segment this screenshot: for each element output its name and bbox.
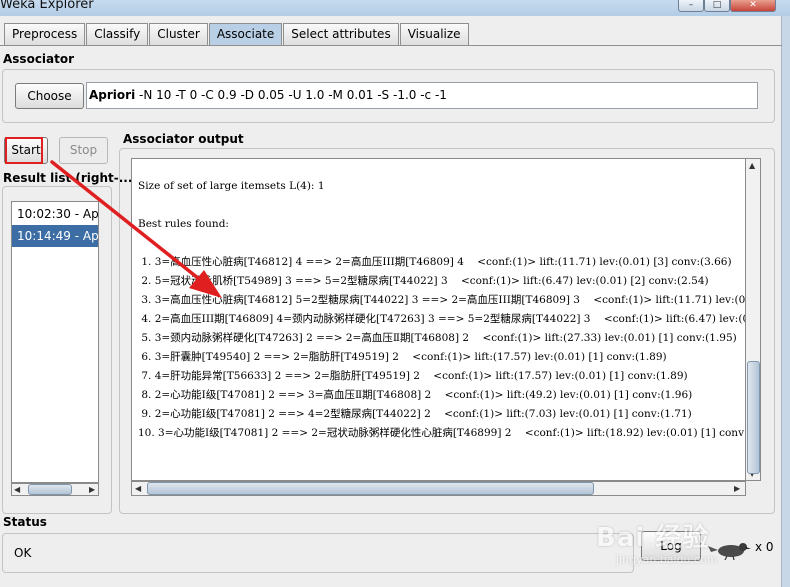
scroll-left-icon[interactable]: ◀ (14, 485, 20, 494)
result-list-scrollbar[interactable]: ◀ ▶ (11, 483, 99, 496)
tab-cluster[interactable]: Cluster (149, 23, 208, 45)
associator-config-field[interactable]: Apriori -N 10 -T 0 -C 0.9 -D 0.05 -U 1.0… (86, 82, 758, 109)
output-line: 4. 2=高血压III期[T46809] 4=颈内动脉粥样硬化[T47263] … (138, 313, 746, 325)
output-line: 3. 3=高血压性心脏病[T46812] 5=2型糖尿病[T44022] 3 =… (138, 294, 746, 306)
minimize-button[interactable]: – (678, 0, 704, 12)
output-line: 7. 4=肝功能异常[T56633] 2 ==> 2=脂肪肝[T49519] 2… (138, 370, 688, 382)
output-text-area[interactable]: Size of set of large itemsets L(4): 1 Be… (131, 158, 746, 481)
baidu-watermark: Bai 经验 jingyan.baidu.com (596, 517, 746, 577)
algorithm-options: -N 10 -T 0 -C 0.9 -D 0.05 -U 1.0 -M 0.01… (135, 88, 447, 102)
window-title: Weka Explorer (0, 0, 94, 12)
tab-bar: Preprocess Classify Cluster Associate Se… (4, 23, 470, 45)
tab-visualize[interactable]: Visualize (399, 23, 469, 45)
scroll-right-icon[interactable]: ▶ (89, 485, 95, 494)
result-list-item-selected[interactable]: 10:14:49 - Apriori (12, 225, 98, 247)
maximize-button[interactable]: □ (704, 0, 730, 12)
status-panel (2, 533, 634, 573)
start-button[interactable]: Start (4, 137, 48, 164)
result-scroll-thumb[interactable] (28, 484, 72, 495)
algorithm-name: Apriori (89, 88, 136, 102)
result-list: 10:02:30 - Apriori 10:14:49 - Apriori (11, 201, 99, 483)
scroll-left-icon[interactable]: ◀ (135, 484, 141, 493)
output-line: 2. 5=冠状动脉肌桥[T54989] 3 ==> 5=2型糖尿病[T44022… (138, 275, 709, 287)
output-line: 5. 3=颈内动脉粥样硬化[T47263] 2 ==> 2=高血压Ⅱ期[T468… (138, 332, 737, 344)
output-line: 1. 3=高血压性心脏病[T46812] 4 ==> 2=高血压III期[T46… (138, 256, 732, 268)
tab-select-attributes[interactable]: Select attributes (283, 23, 399, 45)
output-line: 9. 2=心功能Ⅰ级[T47081] 2 ==> 4=2型糖尿病[T44022]… (138, 408, 692, 420)
result-list-label: Result list (right-... (3, 171, 133, 185)
output-line: 6. 3=肝囊肿[T49540] 2 ==> 2=脂肪肝[T49519] 2 <… (138, 351, 667, 363)
output-line: Best rules found: (138, 218, 229, 230)
tab-divider (0, 45, 782, 46)
output-vertical-scroll-thumb[interactable] (747, 361, 760, 474)
result-list-item[interactable]: 10:02:30 - Apriori (12, 203, 98, 225)
scroll-up-icon[interactable]: ▲ (749, 161, 755, 170)
tab-associate[interactable]: Associate (208, 23, 283, 45)
output-section-label: Associator output (123, 132, 244, 146)
title-bar: Weka Explorer – □ ✕ (0, 0, 790, 16)
stop-button[interactable]: Stop (59, 137, 108, 164)
status-section-label: Status (3, 515, 47, 529)
output-line: 8. 2=心功能Ⅰ级[T47081] 2 ==> 3=高血压Ⅱ期[T46808]… (138, 389, 693, 401)
window-frame-right (782, 16, 790, 587)
output-line: 10. 3=心功能Ⅰ级[T47081] 2 ==> 2=冠状动脉粥样硬化性心脏病… (138, 427, 746, 439)
output-line: Size of set of large itemsets L(4): 1 (138, 180, 325, 192)
tab-classify[interactable]: Classify (86, 23, 149, 45)
choose-button[interactable]: Choose (15, 83, 84, 109)
task-count: x 0 (755, 540, 774, 554)
watermark-url: jingyan.baidu.com (616, 553, 718, 566)
scroll-right-icon[interactable]: ▶ (734, 484, 740, 493)
watermark-logo: Bai 经验 (596, 523, 710, 553)
close-button[interactable]: ✕ (730, 0, 776, 12)
tab-preprocess[interactable]: Preprocess (4, 23, 86, 45)
associator-section-label: Associator (3, 52, 75, 66)
status-text: OK (14, 546, 32, 560)
output-horizontal-scroll-thumb[interactable] (147, 482, 594, 495)
output-text: Size of set of large itemsets L(4): 1 Be… (138, 177, 746, 443)
